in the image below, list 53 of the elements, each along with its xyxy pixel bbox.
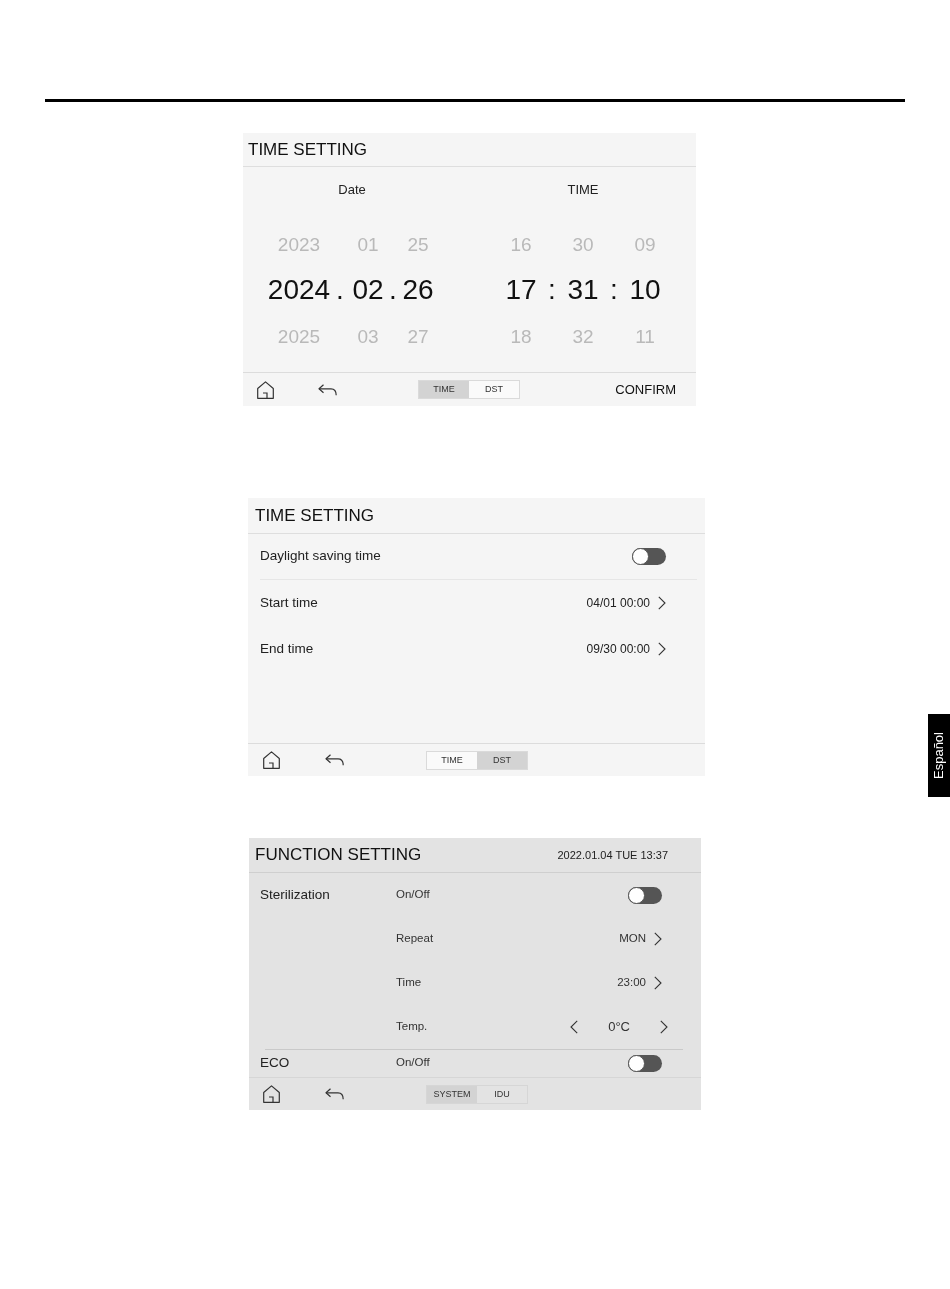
- tab[interactable]: TIME: [419, 381, 469, 398]
- setting-label: Daylight saving time: [260, 547, 381, 566]
- column-label: TIME: [567, 181, 599, 199]
- group-label: ECO: [260, 1053, 290, 1072]
- picker-value[interactable]: 17: [505, 276, 537, 304]
- picker-value[interactable]: 02: [352, 276, 384, 304]
- picker-value[interactable]: 2024: [267, 276, 331, 304]
- chevron-right-icon[interactable]: [654, 932, 662, 946]
- setting-value: 09/30 00:00: [586, 641, 650, 658]
- home-icon[interactable]: [263, 1085, 280, 1103]
- setting-value: 0°C: [608, 1018, 630, 1037]
- tab[interactable]: DST: [469, 381, 519, 398]
- chevron-right-icon[interactable]: [660, 1020, 668, 1034]
- tab[interactable]: DST: [477, 751, 527, 769]
- back-arrow-icon[interactable]: [318, 383, 337, 396]
- chevron-right-icon[interactable]: [658, 596, 666, 610]
- chevron-right-icon[interactable]: [658, 642, 666, 656]
- language-marker: Español: [928, 714, 950, 797]
- screen-title: TIME SETTING: [248, 138, 367, 161]
- date-time-text: 2022.01.04 TUE 13:37: [557, 847, 668, 863]
- toggle-switch[interactable]: [628, 886, 662, 904]
- setting-value: 23:00: [617, 975, 646, 991]
- picker-separator: .: [336, 276, 344, 304]
- setting-value: MON: [619, 931, 646, 947]
- setting-label: Repeat: [396, 931, 434, 947]
- picker-separator: :: [610, 276, 618, 304]
- toggle-switch[interactable]: [632, 548, 666, 565]
- setting-label: On/Off: [396, 1055, 430, 1071]
- tab[interactable]: SYSTEM: [427, 1085, 477, 1103]
- picker-value[interactable]: 10: [629, 276, 661, 304]
- screen-title: FUNCTION SETTING: [255, 844, 422, 867]
- picker-value[interactable]: 26: [402, 276, 434, 304]
- home-icon[interactable]: [257, 380, 274, 399]
- toggle-switch[interactable]: [628, 1054, 662, 1072]
- setting-label: Time: [396, 975, 422, 991]
- group-label: Sterilization: [260, 885, 330, 904]
- back-arrow-icon[interactable]: [325, 1088, 344, 1100]
- screen-title: TIME SETTING: [255, 504, 374, 527]
- setting-value: 04/01 00:00: [586, 595, 650, 612]
- back-arrow-icon[interactable]: [325, 754, 344, 766]
- confirm-button[interactable]: CONFIRM: [615, 379, 676, 400]
- picker-value[interactable]: 31: [567, 276, 599, 304]
- picker-separator: .: [389, 276, 397, 304]
- setting-label: Temp.: [396, 1019, 428, 1035]
- home-icon[interactable]: [263, 751, 280, 769]
- column-label: Date: [338, 181, 366, 199]
- setting-label: Start time: [260, 593, 318, 612]
- tab[interactable]: TIME: [427, 751, 477, 769]
- chevron-right-icon[interactable]: [654, 976, 662, 990]
- setting-label: On/Off: [396, 887, 430, 903]
- setting-label: End time: [260, 639, 314, 658]
- picker-separator: :: [548, 276, 556, 304]
- chevron-left-icon[interactable]: [570, 1020, 579, 1034]
